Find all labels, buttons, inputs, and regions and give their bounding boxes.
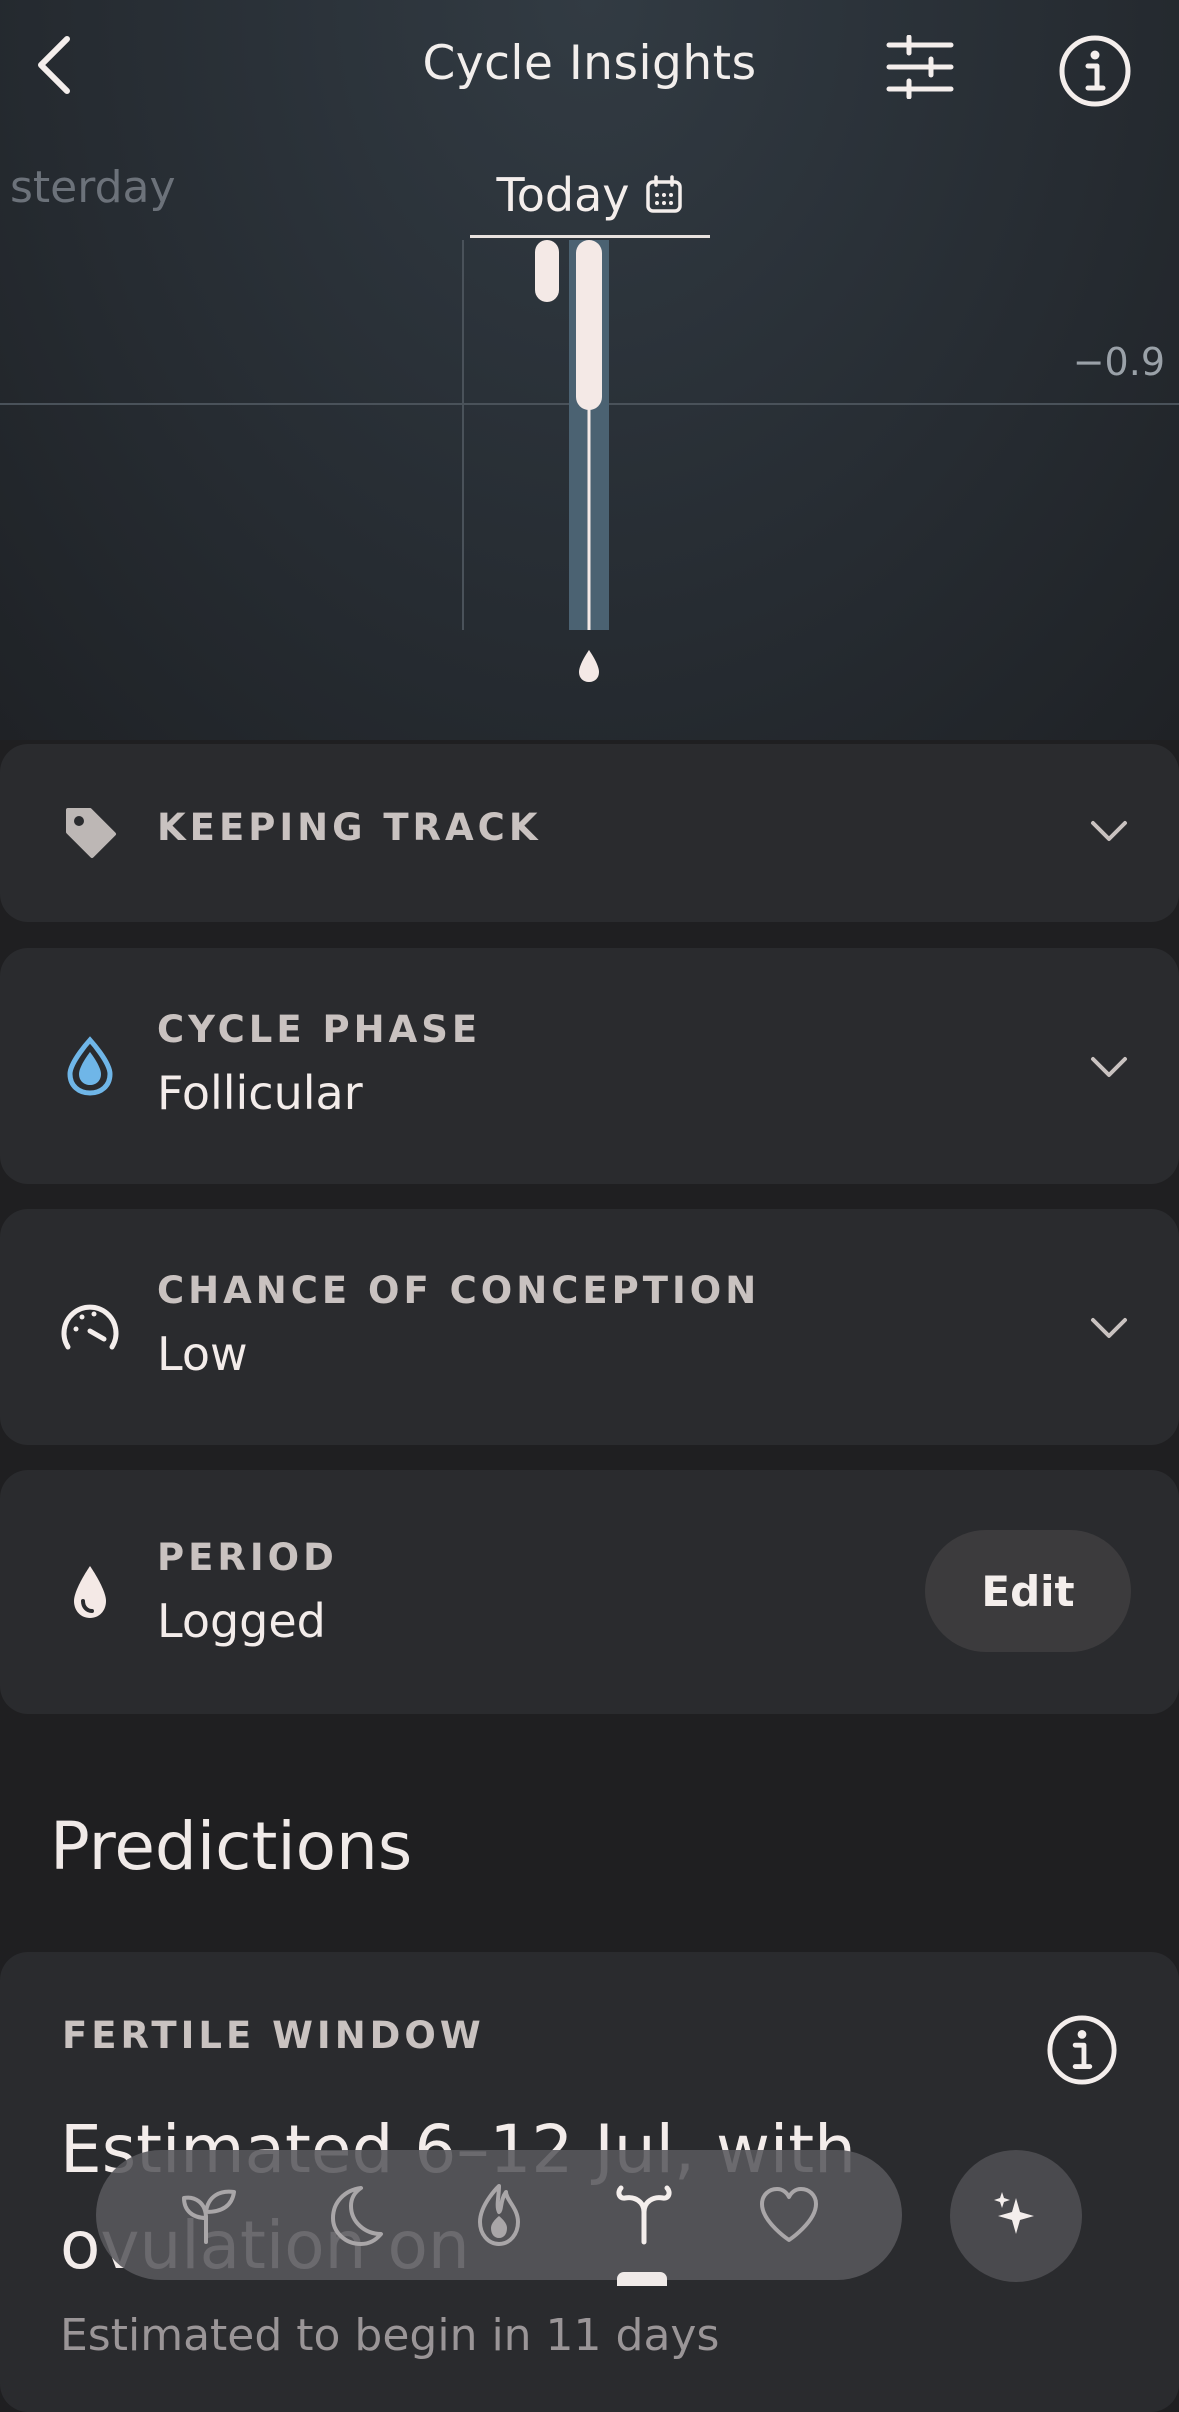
tab-today[interactable]: Today [470, 154, 710, 238]
chart-y-value-label: −0.9 [1072, 340, 1165, 384]
nav-active-indicator [617, 2272, 667, 2286]
fertile-window-info-button[interactable] [1044, 2012, 1120, 2088]
calendar-icon [645, 174, 682, 213]
chevron-down-icon [1084, 1042, 1134, 1092]
droplet-phase-icon [58, 1034, 122, 1098]
period-value: Logged [157, 1594, 326, 1648]
info-icon [1059, 35, 1131, 107]
cycle-chart-area: Cycle Insights sterday Today −0.9 [0, 0, 1179, 740]
tab-today-label: Today [496, 167, 630, 222]
gauge-icon [58, 1295, 122, 1359]
cycle-phase-value: Follicular [157, 1066, 363, 1120]
period-card: PERIOD Logged Edit [0, 1470, 1179, 1714]
ai-assistant-button[interactable] [950, 2150, 1082, 2282]
nav-sleep[interactable] [309, 2170, 399, 2260]
nav-cycle[interactable] [599, 2170, 689, 2260]
page-title: Cycle Insights [422, 36, 757, 91]
chart-period-drop-icon [579, 650, 599, 682]
nav-activity[interactable] [454, 2170, 544, 2260]
heart-icon [760, 2187, 819, 2242]
predictions-title: Predictions [50, 1808, 413, 1885]
keeping-track-label: KEEPING TRACK [157, 806, 542, 849]
fertile-window-subtext: Estimated to begin in 11 days [60, 2310, 720, 2361]
chance-of-conception-value: Low [157, 1327, 248, 1381]
flame-icon [477, 2184, 520, 2246]
chance-of-conception-card[interactable]: CHANCE OF CONCEPTION Low [0, 1209, 1179, 1445]
nav-growth[interactable] [164, 2170, 254, 2260]
day-tabs: sterday Today [0, 140, 1179, 240]
tab-yesterday[interactable]: sterday [10, 162, 176, 213]
period-label: PERIOD [157, 1536, 338, 1579]
chevron-down-icon [1084, 1303, 1134, 1353]
moon-icon [330, 2186, 383, 2246]
sliders-icon [886, 35, 954, 99]
chance-of-conception-label: CHANCE OF CONCEPTION [157, 1269, 761, 1312]
chart-bar-small [535, 240, 559, 302]
cycle-phase-card[interactable]: CYCLE PHASE Follicular [0, 948, 1179, 1184]
keeping-track-card[interactable]: KEEPING TRACK [0, 744, 1179, 922]
sparkles-icon [994, 2192, 1034, 2234]
info-icon [1047, 2015, 1117, 2085]
fertile-window-label: FERTILE WINDOW [62, 2014, 485, 2057]
uterus-icon [616, 2185, 672, 2245]
chart-bar-today [576, 240, 602, 410]
tag-icon [58, 800, 122, 864]
info-button[interactable] [1056, 32, 1134, 110]
droplet-icon [58, 1560, 122, 1624]
edit-period-button[interactable]: Edit [925, 1530, 1131, 1652]
cycle-phase-label: CYCLE PHASE [157, 1008, 482, 1051]
bottom-nav [96, 2150, 902, 2280]
header: Cycle Insights [0, 0, 1179, 140]
sprout-icon [181, 2189, 236, 2244]
chevron-down-icon [1084, 806, 1134, 856]
nav-health[interactable] [744, 2170, 834, 2260]
filter-button[interactable] [880, 32, 960, 102]
